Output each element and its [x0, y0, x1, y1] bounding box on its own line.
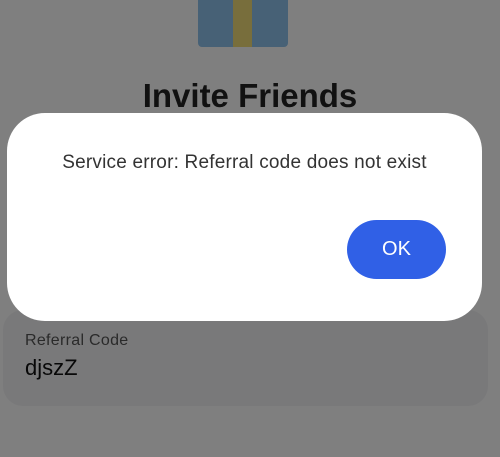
- error-dialog: Service error: Referral code does not ex…: [7, 113, 482, 321]
- error-message: Service error: Referral code does not ex…: [62, 152, 427, 173]
- ok-button[interactable]: OK: [347, 220, 446, 279]
